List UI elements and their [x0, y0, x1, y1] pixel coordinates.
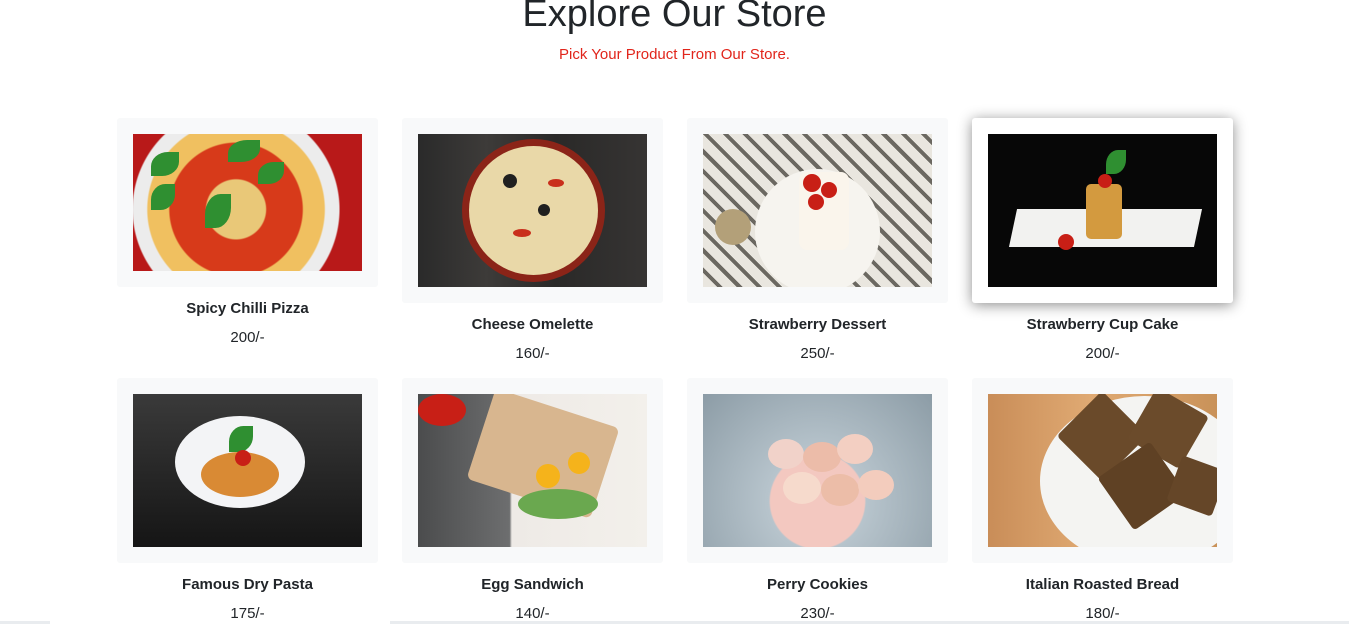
- product-image-frame[interactable]: [687, 118, 948, 303]
- product-card-strawberry-cup-cake[interactable]: Strawberry Cup Cake 200/-: [972, 118, 1233, 364]
- product-image-frame[interactable]: [972, 118, 1233, 303]
- store-page: Explore Our Store Pick Your Product From…: [0, 0, 1349, 624]
- product-name[interactable]: Italian Roasted Bread: [972, 575, 1233, 595]
- product-image[interactable]: [133, 134, 362, 271]
- product-name[interactable]: Spicy Chilli Pizza: [117, 299, 378, 319]
- product-image[interactable]: [988, 134, 1217, 287]
- product-name[interactable]: Egg Sandwich: [402, 575, 663, 595]
- product-image-frame[interactable]: [402, 378, 663, 563]
- product-name[interactable]: Strawberry Dessert: [687, 315, 948, 335]
- product-name[interactable]: Famous Dry Pasta: [117, 575, 378, 595]
- product-image[interactable]: [133, 394, 362, 547]
- product-name[interactable]: Strawberry Cup Cake: [972, 315, 1233, 335]
- product-image-frame[interactable]: [972, 378, 1233, 563]
- product-card-spicy-chilli-pizza[interactable]: Spicy Chilli Pizza 200/-: [117, 118, 378, 348]
- product-name[interactable]: Cheese Omelette: [402, 315, 663, 335]
- product-card-cheese-omelette[interactable]: Cheese Omelette 160/-: [402, 118, 663, 364]
- product-image[interactable]: [988, 394, 1217, 547]
- product-card-famous-dry-pasta[interactable]: Famous Dry Pasta 175/-: [117, 378, 378, 624]
- product-price: 250/-: [800, 345, 835, 362]
- product-card-italian-roasted-bread[interactable]: Italian Roasted Bread 180/-: [972, 378, 1233, 624]
- product-price: 200/-: [230, 329, 265, 346]
- product-image-frame[interactable]: [402, 118, 663, 303]
- product-image[interactable]: [703, 134, 932, 287]
- product-card-perry-cookies[interactable]: Perry Cookies 230/-: [687, 378, 948, 624]
- product-card-strawberry-dessert[interactable]: Strawberry Dessert 250/-: [687, 118, 948, 364]
- product-image[interactable]: [703, 394, 932, 547]
- product-image-frame[interactable]: [117, 118, 378, 287]
- product-image-frame[interactable]: [117, 378, 378, 563]
- product-price: 200/-: [1085, 345, 1120, 362]
- product-price: 160/-: [515, 345, 550, 362]
- product-grid: Spicy Chilli Pizza 200/- Cheese Omelette…: [0, 0, 1349, 624]
- product-name[interactable]: Perry Cookies: [687, 575, 948, 595]
- product-image[interactable]: [418, 394, 647, 547]
- product-image[interactable]: [418, 134, 647, 287]
- product-image-frame[interactable]: [687, 378, 948, 563]
- product-card-egg-sandwich[interactable]: Egg Sandwich 140/-: [402, 378, 663, 624]
